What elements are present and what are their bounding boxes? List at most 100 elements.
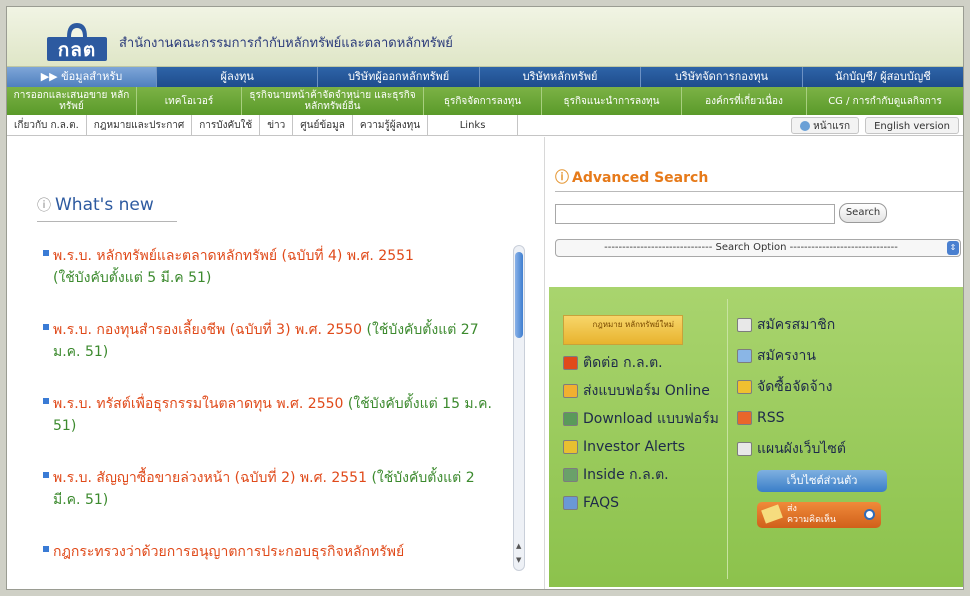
news-title[interactable]: พ.ร.บ. กองทุนสำรองเลี้ยงชีพ (ฉบับที่ 3) … xyxy=(53,322,362,338)
advanced-search-heading: ⓘ Advanced Search xyxy=(555,167,963,192)
bullet-icon xyxy=(43,398,49,404)
quick-links-left: กฎหมาย หลักทรัพย์ใหม่ ติดต่อ ก.ล.ต. ส่งแ… xyxy=(563,315,723,521)
nav-tertiary-item[interactable]: Links xyxy=(428,115,519,135)
nav-tertiary-item[interactable]: เกี่ยวกับ ก.ล.ต. xyxy=(7,115,87,135)
news-title[interactable]: พ.ร.บ. หลักทรัพย์และตลาดหลักทรัพย์ (ฉบับ… xyxy=(53,248,414,264)
home-icon xyxy=(800,120,811,131)
question-icon xyxy=(563,496,578,510)
alert-icon xyxy=(563,440,578,454)
news-scrollbar[interactable]: ▲ ▼ xyxy=(513,245,525,571)
jobs-icon xyxy=(737,349,752,363)
sitemap-link[interactable]: แผนผังเว็บไซต์ xyxy=(737,439,957,459)
sitemap-label: แผนผังเว็บไซต์ xyxy=(757,441,847,457)
nav-tertiary-item[interactable]: กฎหมายและประกาศ xyxy=(87,115,193,135)
logo-text: กลต xyxy=(57,39,97,61)
rss-link[interactable]: RSS xyxy=(737,408,957,428)
news-item[interactable]: พ.ร.บ. สัญญาซื้อขายล่วงหน้า (ฉบับที่ 2) … xyxy=(43,467,493,511)
nav-secondary-item[interactable]: ธุรกิจแนะนำการลงทุน xyxy=(542,87,682,115)
inside-sec-link[interactable]: Inside ก.ล.ต. xyxy=(563,465,723,485)
nav-tertiary-item[interactable]: ความรู้ผู้ลงทุน xyxy=(353,115,429,135)
nav-secondary-item[interactable]: เทคโอเวอร์ xyxy=(137,87,242,115)
whats-new-panel: ⓘ What's new พ.ร.บ. หลักทรัพย์และตลาดหลัก… xyxy=(7,137,545,589)
sec-logo[interactable]: กลต xyxy=(47,21,107,61)
phone-icon xyxy=(563,356,578,370)
nav-tertiary-item[interactable]: ศูนย์ข้อมูล xyxy=(293,115,353,135)
english-version-button[interactable]: English version xyxy=(865,116,959,134)
browser-frame: กลต สำนักงานคณะกรรมการกำกับหลักทรัพย์และ… xyxy=(6,6,964,590)
home-button[interactable]: หน้าแรก xyxy=(791,116,860,134)
scroll-down-icon[interactable]: ▼ xyxy=(516,556,521,564)
envelope-icon xyxy=(761,504,783,524)
nav-secondary-item[interactable]: CG / การกำกับดูแลกิจการ xyxy=(807,87,963,115)
search-button[interactable]: Search xyxy=(839,203,887,223)
news-item[interactable]: กฎกระทรวงว่าด้วยการอนุญาตการประกอบธุรกิจ… xyxy=(43,541,493,563)
investor-alerts-link[interactable]: Investor Alerts xyxy=(563,437,723,457)
nav-secondary-item[interactable]: ธุรกิจนายหน้าค้าจัดจำหน่าย และธุรกิจหลัก… xyxy=(242,87,424,115)
procurement-label: จัดซื้อจัดจ้าง xyxy=(757,379,833,395)
procurement-link[interactable]: จัดซื้อจัดจ้าง xyxy=(737,377,957,397)
scroll-up-icon[interactable]: ▲ xyxy=(516,542,521,550)
whats-new-heading: ⓘ What's new xyxy=(37,195,177,222)
contact-link[interactable]: ติดต่อ ก.ล.ต. xyxy=(563,353,723,373)
new-law-banner[interactable]: กฎหมาย หลักทรัพย์ใหม่ xyxy=(563,315,683,345)
news-date: (ใช้บังคับตั้งแต่ 5 มี.ค 51) xyxy=(53,270,212,286)
jobs-link[interactable]: สมัครงาน xyxy=(737,346,957,366)
nav-tertiary-item[interactable]: การบังคับใช้ xyxy=(192,115,261,135)
private-site-button[interactable]: เว็บไซต์ส่วนตัว xyxy=(757,470,887,492)
nav-tertiary-item[interactable]: ข่าว xyxy=(260,115,294,135)
jobs-label: สมัครงาน xyxy=(757,348,816,364)
nav-primary-item[interactable]: บริษัทจัดการกองทุน xyxy=(641,67,803,87)
right-panel: ⓘ Advanced Search Search ----------------… xyxy=(547,137,963,589)
nav-primary-item[interactable]: นักบัญชี/ ผู้สอบบัญชี xyxy=(803,67,963,87)
nav-secondary-item[interactable]: ธุรกิจจัดการลงทุน xyxy=(424,87,542,115)
download-form-link[interactable]: Download แบบฟอร์ม xyxy=(563,409,723,429)
search-input[interactable] xyxy=(555,204,835,224)
divider xyxy=(727,299,728,579)
advanced-search-title: Advanced Search xyxy=(572,170,709,186)
go-circle-icon xyxy=(864,509,875,520)
feedback-button[interactable]: ส่ง ความคิดเห็น xyxy=(757,502,881,528)
swirl-icon: ⓘ xyxy=(555,170,569,186)
feedback-line2: ความคิดเห็น xyxy=(787,515,837,525)
download-form-label: Download แบบฟอร์ม xyxy=(583,411,719,427)
nav-secondary-item[interactable]: องค์กรที่เกี่ยวเนื่อง xyxy=(682,87,807,115)
nav-primary-item[interactable]: บริษัทผู้ออกหลักทรัพย์ xyxy=(318,67,480,87)
envelope-icon xyxy=(563,384,578,398)
nav-primary-item[interactable]: ผู้ลงทุน xyxy=(157,67,319,87)
faqs-label: FAQS xyxy=(583,495,620,511)
procurement-icon xyxy=(737,380,752,394)
site-title: สำนักงานคณะกรรมการกำกับหลักทรัพย์และตลาด… xyxy=(119,36,453,51)
register-member-link[interactable]: สมัครสมาชิก xyxy=(737,315,957,335)
bullet-icon xyxy=(43,546,49,552)
nav-tertiary: เกี่ยวกับ ก.ล.ต. กฎหมายและประกาศ การบังค… xyxy=(7,115,963,136)
nav-primary-item[interactable]: บริษัทหลักทรัพย์ xyxy=(480,67,642,87)
news-title[interactable]: พ.ร.บ. สัญญาซื้อขายล่วงหน้า (ฉบับที่ 2) … xyxy=(53,470,367,486)
nav-primary: ▶▶ ข้อมูลสำหรับ ผู้ลงทุน บริษัทผู้ออกหลั… xyxy=(7,67,963,87)
bullet-icon xyxy=(43,324,49,330)
building-icon xyxy=(563,468,578,482)
faqs-link[interactable]: FAQS xyxy=(563,493,723,513)
news-item[interactable]: พ.ร.บ. หลักทรัพย์และตลาดหลักทรัพย์ (ฉบับ… xyxy=(43,245,493,289)
quick-links-right: สมัครสมาชิก สมัครงาน จัดซื้อจัดจ้าง RSS … xyxy=(737,315,957,528)
submit-form-link[interactable]: ส่งแบบฟอร์ม Online xyxy=(563,381,723,401)
news-item[interactable]: พ.ร.บ. กองทุนสำรองเลี้ยงชีพ (ฉบับที่ 3) … xyxy=(43,319,493,363)
search-option-select[interactable]: ------------------------------ Search Op… xyxy=(555,239,961,257)
nav-secondary-item[interactable]: การออกและเสนอขาย หลักทรัพย์ xyxy=(7,87,137,115)
select-spinner-icon: ⇕ xyxy=(947,241,959,255)
search-option-label: ------------------------------ Search Op… xyxy=(604,242,898,253)
news-item[interactable]: พ.ร.บ. ทรัสต์เพื่อธุรกรรมในตลาดทุน พ.ศ. … xyxy=(43,393,493,437)
scrollbar-thumb[interactable] xyxy=(515,252,523,338)
site-header: กลต สำนักงานคณะกรรมการกำกับหลักทรัพย์และ… xyxy=(7,7,963,67)
download-icon xyxy=(563,412,578,426)
rss-label: RSS xyxy=(757,410,785,426)
bullet-icon xyxy=(43,472,49,478)
nav-primary-item[interactable]: ▶▶ ข้อมูลสำหรับ xyxy=(7,67,157,87)
news-title[interactable]: พ.ร.บ. ทรัสต์เพื่อธุรกรรมในตลาดทุน พ.ศ. … xyxy=(53,396,343,412)
swirl-icon: ⓘ xyxy=(37,198,51,214)
member-icon xyxy=(737,318,752,332)
nav-secondary: การออกและเสนอขาย หลักทรัพย์ เทคโอเวอร์ ธ… xyxy=(7,87,963,115)
news-title[interactable]: กฎกระทรวงว่าด้วยการอนุญาตการประกอบธุรกิจ… xyxy=(53,544,404,560)
bullet-icon xyxy=(43,250,49,256)
register-member-label: สมัครสมาชิก xyxy=(757,317,836,333)
